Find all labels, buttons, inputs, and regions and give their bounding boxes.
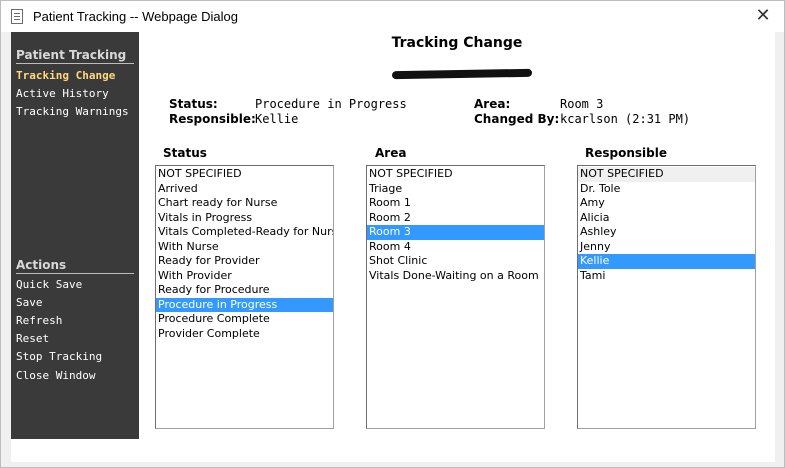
title-bar[interactable]: Patient Tracking -- Webpage Dialog ✕ — [1, 1, 784, 32]
nav-tracking-warnings[interactable]: Tracking Warnings — [16, 105, 129, 118]
action-stop-tracking[interactable]: Stop Tracking — [16, 350, 102, 363]
status-option[interactable]: NOT SPECIFIED — [156, 167, 333, 182]
status-option[interactable]: Ready for Provider — [156, 254, 333, 269]
area-option[interactable]: Room 3 — [367, 225, 544, 240]
status-option[interactable]: Arrived — [156, 182, 333, 197]
responsible-label: Responsible: — [169, 112, 256, 126]
status-list-header: Status — [163, 146, 207, 160]
status-option[interactable]: Vitals in Progress — [156, 211, 333, 226]
responsible-option[interactable]: Jenny — [578, 240, 755, 255]
action-close-window[interactable]: Close Window — [16, 369, 95, 382]
area-option[interactable]: Room 4 — [367, 240, 544, 255]
responsible-listbox[interactable]: NOT SPECIFIED Dr. Tole Amy Alicia Ashley Jenn… — [577, 165, 756, 429]
status-option[interactable]: With Nurse — [156, 240, 333, 255]
status-option[interactable]: Provider Complete — [156, 327, 333, 342]
status-label: Status: — [169, 97, 218, 111]
responsible-list-header: Responsible — [585, 146, 667, 160]
status-option[interactable]: Chart ready for Nurse — [156, 196, 333, 211]
responsible-option[interactable]: NOT SPECIFIED — [578, 167, 755, 182]
changed-by-label: Changed By: — [474, 112, 560, 126]
area-option[interactable]: NOT SPECIFIED — [367, 167, 544, 182]
nav-tracking-change[interactable]: Tracking Change — [16, 69, 115, 82]
status-value: Procedure in Progress — [255, 97, 407, 111]
area-option[interactable]: Room 1 — [367, 196, 544, 211]
main-panel: Tracking Change Status: Procedure in Pro… — [139, 32, 775, 439]
redacted-patient-name — [391, 68, 533, 80]
responsible-option[interactable]: Amy — [578, 196, 755, 211]
status-listbox[interactable]: NOT SPECIFIED Arrived Chart ready for Nurs… — [155, 165, 334, 429]
responsible-option[interactable]: Alicia — [578, 211, 755, 226]
status-option[interactable]: With Provider — [156, 269, 333, 284]
responsible-option[interactable]: Dr. Tole — [578, 182, 755, 197]
dialog-content: Patient Tracking Tracking Change Active … — [11, 32, 775, 462]
status-option[interactable]: Ready for Procedure — [156, 283, 333, 298]
nav-active-history[interactable]: Active History — [16, 87, 109, 100]
action-quick-save[interactable]: Quick Save — [16, 278, 82, 291]
area-label: Area: — [474, 97, 511, 111]
sidebar: Patient Tracking Tracking Change Active … — [11, 32, 139, 439]
responsible-value: Kellie — [255, 112, 299, 126]
responsible-option[interactable]: Kellie — [578, 254, 755, 269]
page-title: Tracking Change — [391, 35, 523, 51]
responsible-option[interactable]: Ashley — [578, 225, 755, 240]
action-save[interactable]: Save — [16, 296, 43, 309]
sidebar-section-title: Patient Tracking — [16, 48, 134, 64]
responsible-option[interactable]: Tami — [578, 269, 755, 284]
action-reset[interactable]: Reset — [16, 332, 49, 345]
close-icon[interactable]: ✕ — [752, 6, 774, 28]
status-option[interactable]: Procedure in Progress — [156, 297, 333, 312]
area-option[interactable]: Room 2 — [367, 211, 544, 226]
area-listbox[interactable]: NOT SPECIFIED Triage Room 1 Room 2 Room 3 Roo… — [366, 165, 545, 429]
area-option[interactable]: Shot Clinic — [367, 254, 544, 269]
area-option[interactable]: Triage — [367, 182, 544, 197]
dialog-window: Patient Tracking -- Webpage Dialog ✕ Pat… — [0, 0, 785, 468]
page-icon — [11, 9, 23, 24]
status-option[interactable]: Vitals Completed-Ready for Nurse — [156, 225, 333, 240]
area-option[interactable]: Vitals Done-Waiting on a Room — [367, 269, 544, 284]
sidebar-actions-title: Actions — [16, 258, 134, 274]
changed-by-value: kcarlson (2:31 PM) — [560, 112, 691, 126]
action-refresh[interactable]: Refresh — [16, 314, 62, 327]
status-option[interactable]: Procedure Complete — [156, 312, 333, 327]
window-title: Patient Tracking -- Webpage Dialog — [33, 9, 238, 24]
area-list-header: Area — [375, 146, 407, 160]
area-value: Room 3 — [560, 97, 604, 111]
